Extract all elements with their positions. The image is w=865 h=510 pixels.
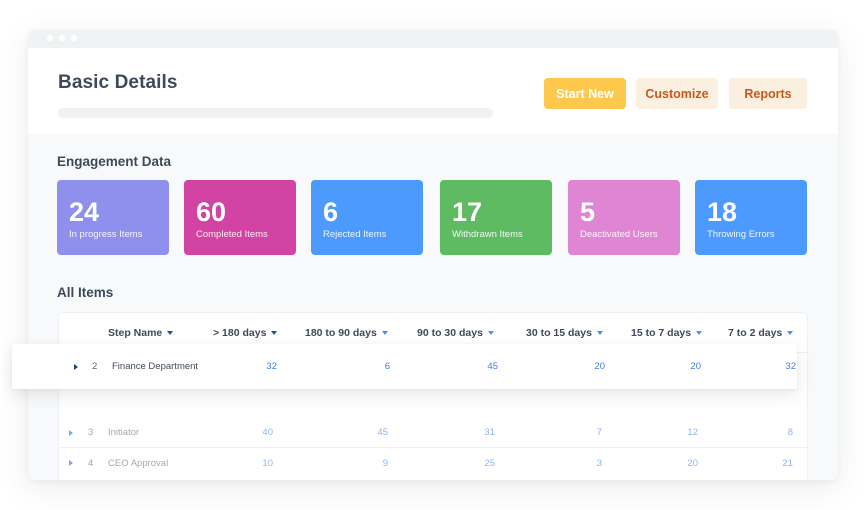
row-value: 32	[785, 361, 796, 372]
column-header-label: 180 to 90 days	[305, 327, 377, 339]
row-value: 20	[690, 361, 701, 372]
window-control-dot[interactable]	[47, 35, 53, 41]
engagement-section-title: Engagement Data	[57, 154, 172, 169]
row-value: 40	[262, 427, 273, 438]
caret-right-icon	[69, 460, 73, 466]
column-header-step-name[interactable]: Step Name	[108, 327, 174, 339]
expand-row-button[interactable]	[69, 448, 73, 478]
page-title: Basic Details	[58, 72, 178, 93]
stat-card-deactivated[interactable]: 5 Deactivated Users	[568, 180, 680, 255]
stat-value: 17	[452, 197, 483, 227]
column-header-label: 7 to 2 days	[728, 327, 783, 339]
stat-value: 5	[580, 197, 596, 227]
stat-label: In progress Items	[69, 229, 143, 240]
row-index: 4	[88, 457, 94, 469]
column-header-label: Step Name	[108, 327, 163, 339]
column-header-label: 15 to 7 days	[631, 327, 692, 339]
engagement-cards: 24 In progress Items 60 Completed Items …	[57, 180, 809, 255]
stat-value: 18	[707, 197, 738, 227]
items-table: Step Name > 180 days 180 to 90 days 90 t…	[58, 312, 808, 480]
expand-row-button[interactable]	[74, 344, 78, 389]
column-header-label: 90 to 30 days	[417, 327, 483, 339]
app-window: Basic Details Start New Customize Report…	[28, 30, 838, 480]
stat-label: Completed Items	[196, 229, 268, 240]
row-value: 3	[596, 457, 602, 469]
row-value: 9	[382, 457, 388, 469]
window-titlebar	[28, 30, 838, 48]
column-header-label: 30 to 15 days	[526, 327, 592, 339]
caret-right-icon	[74, 363, 78, 370]
expand-row-button[interactable]	[69, 417, 73, 448]
row-index: 2	[92, 361, 98, 372]
row-index: 3	[88, 427, 94, 438]
table-row-highlighted[interactable]: 2 Finance Department 32 6 45 20 20 32	[12, 344, 797, 389]
stat-card-in-progress[interactable]: 24 In progress Items	[57, 180, 169, 255]
stat-card-withdrawn[interactable]: 17 Withdrawn Items	[440, 180, 552, 255]
row-value: 45	[377, 427, 388, 438]
column-header-15-to-7[interactable]: 15 to 7 days	[631, 327, 703, 339]
caret-right-icon	[69, 429, 73, 436]
row-value: 10	[262, 457, 273, 469]
column-header-7-to-2[interactable]: 7 to 2 days	[728, 327, 794, 339]
row-value: 7	[596, 427, 602, 438]
row-value: 8	[787, 427, 793, 438]
row-value: 32	[266, 361, 277, 372]
stat-value: 60	[196, 197, 227, 227]
row-value: 45	[487, 361, 498, 372]
stat-label: Deactivated Users	[580, 229, 658, 240]
reports-button[interactable]: Reports	[729, 78, 807, 109]
sort-down-icon	[596, 331, 603, 335]
sort-down-icon	[271, 331, 278, 335]
row-value: 6	[384, 361, 390, 372]
row-value: 20	[594, 361, 605, 372]
stat-label: Throwing Errors	[707, 229, 775, 240]
start-new-button[interactable]: Start New	[544, 78, 626, 109]
step-name: CEO Approval	[108, 457, 169, 469]
stat-label: Rejected Items	[323, 229, 387, 240]
row-value: 31	[484, 427, 495, 438]
all-items-section-title: All Items	[57, 285, 114, 300]
column-header-90-to-30[interactable]: 90 to 30 days	[417, 327, 494, 339]
column-header-180-to-90[interactable]: 180 to 90 days	[305, 327, 388, 339]
column-header-180-plus[interactable]: > 180 days	[213, 327, 278, 339]
stat-value: 24	[69, 197, 100, 227]
stat-label: Withdrawn Items	[452, 229, 523, 240]
customize-button[interactable]: Customize	[636, 78, 718, 109]
sort-down-icon	[787, 331, 794, 335]
column-header-label: > 180 days	[213, 327, 267, 339]
row-value: 12	[687, 427, 698, 438]
row-value: 25	[484, 457, 495, 469]
row-value: 20	[687, 457, 698, 469]
header-panel: Basic Details Start New Customize Report…	[28, 48, 838, 134]
row-value: 21	[782, 457, 793, 469]
sort-down-icon	[487, 331, 494, 335]
stat-value: 6	[323, 197, 339, 227]
table-row[interactable]: 3 Initiator 40 45 31 7 12 8	[59, 417, 807, 448]
window-control-dot[interactable]	[71, 35, 77, 41]
column-header-30-to-15[interactable]: 30 to 15 days	[526, 327, 603, 339]
sort-down-icon	[696, 331, 703, 335]
stat-card-errors[interactable]: 18 Throwing Errors	[695, 180, 807, 255]
window-control-dot[interactable]	[59, 35, 65, 41]
step-name: Initiator	[108, 427, 140, 438]
title-placeholder-bar	[58, 108, 493, 118]
sort-down-icon	[381, 331, 388, 335]
step-name: Finance Department	[112, 361, 199, 372]
table-row[interactable]: 4 CEO Approval 10 9 25 3 20 21	[59, 447, 807, 478]
stat-card-rejected[interactable]: 6 Rejected Items	[311, 180, 423, 255]
sort-down-icon	[167, 331, 174, 335]
stat-card-completed[interactable]: 60 Completed Items	[184, 180, 296, 255]
